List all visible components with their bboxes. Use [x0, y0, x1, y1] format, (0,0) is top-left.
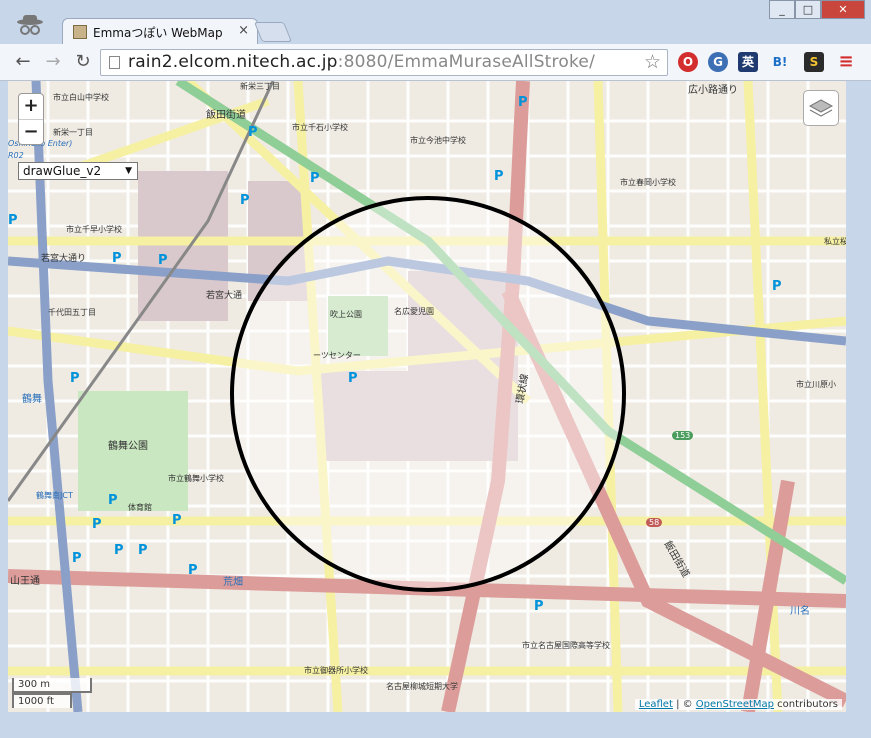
parking-icon: P [92, 517, 102, 532]
bookmark-star-icon[interactable]: ☆ [644, 51, 661, 73]
parking-icon: P [172, 513, 182, 528]
route-shield: 153 [672, 431, 694, 440]
map-label: 山王通 [10, 576, 40, 587]
map-label: 市立鶴舞小学校 [168, 474, 224, 483]
route-shield: 58 [646, 518, 663, 527]
parking-icon: P [72, 551, 82, 566]
map-label: 市立白山中学校 [53, 93, 109, 102]
parking-icon: P [112, 251, 122, 266]
parking-icon: P [310, 171, 320, 186]
scale-metric: 300 m [12, 678, 92, 693]
tab-close-button[interactable]: × [238, 23, 249, 38]
map-label: 市立川原小 [796, 380, 836, 389]
opera-extension-icon[interactable]: O [678, 52, 698, 72]
parking-icon: P [108, 493, 118, 508]
translate-extension-icon[interactable]: G [708, 52, 728, 72]
layers-icon [808, 99, 834, 117]
scale-imperial: 1000 ft [12, 693, 72, 708]
close-window-button[interactable]: ✕ [821, 0, 865, 19]
incognito-icon [17, 15, 43, 35]
reload-button[interactable]: ↻ [72, 51, 94, 73]
hatena-bookmark-icon[interactable]: B! [770, 52, 790, 72]
map-label: 市立名古屋国際高等学校 [522, 641, 610, 650]
map-label: 吹上公園 [330, 310, 362, 319]
menu-icon[interactable]: ≡ [836, 52, 856, 72]
map-label: 名古屋柳城短期大学 [386, 682, 458, 691]
parking-icon: P [772, 279, 782, 294]
osm-link[interactable]: OpenStreetMap [696, 699, 774, 710]
map-label: ーツセンター [313, 351, 361, 360]
scale-bar: 300 m 1000 ft [12, 678, 92, 708]
parking-icon: P [188, 563, 198, 578]
map-label: 体育館 [128, 503, 152, 512]
map-label: 市立御器所小学校 [304, 666, 368, 675]
url-text: rain2.elcom.nitech.ac.jp:8080/EmmaMurase… [128, 52, 595, 72]
browser-window: Emmaつぽい WebMap × _ □ ✕ ← → ↻ rain2.elcom… [0, 0, 871, 738]
window-edge [846, 81, 871, 712]
window-bottom-edge [0, 712, 871, 738]
window-controls: _ □ ✕ [769, 0, 865, 20]
map-label: 川名 [790, 606, 810, 617]
map-label: 飯田街道 [206, 110, 246, 121]
new-tab-button[interactable] [253, 22, 293, 42]
parking-icon: P [494, 169, 504, 184]
map-label: 市立今池中学校 [410, 136, 466, 145]
back-button[interactable]: ← [12, 51, 34, 73]
map-view[interactable]: 市立白山中学校 新栄三丁目 新栄一丁目 飯田街道 市立千石小学校 市立今池中学校… [8, 81, 846, 712]
address-bar[interactable]: rain2.elcom.nitech.ac.jp:8080/EmmaMurase… [100, 49, 668, 76]
eiji-extension-icon[interactable]: 英 [738, 52, 758, 72]
url-path: :8080/EmmaMuraseAllStroke/ [337, 52, 595, 72]
forward-button[interactable]: → [42, 51, 64, 73]
map-label: 鶴舞 [22, 394, 42, 405]
map-label: 名広愛児園 [394, 307, 434, 316]
browser-toolbar: ← → ↻ rain2.elcom.nitech.ac.jp:8080/Emma… [0, 44, 871, 81]
parking-icon: P [8, 213, 18, 228]
tab-active[interactable]: Emmaつぽい WebMap × [62, 18, 258, 44]
parking-icon: P [138, 543, 148, 558]
maximize-button[interactable]: □ [795, 0, 821, 19]
map-label: 鶴舞公園 [108, 441, 148, 452]
map-label: 私立桜 [824, 237, 846, 246]
map-label: R02 [8, 151, 24, 160]
map-label: 新栄三丁目 [240, 82, 280, 91]
url-host: rain2.elcom.nitech.ac.jp [128, 52, 338, 72]
chevron-down-icon: ▼ [125, 166, 132, 176]
draw-mode-select[interactable]: drawGlue_v2 ▼ [18, 162, 138, 180]
zoom-out-button[interactable]: − [19, 120, 43, 145]
map-label: 若宮大通 [206, 291, 243, 301]
parking-icon: P [114, 543, 124, 558]
map-label: 市立千早小学校 [66, 225, 122, 234]
draw-mode-value: drawGlue_v2 [23, 164, 102, 178]
parking-icon: P [70, 371, 80, 386]
zoom-in-button[interactable]: + [19, 94, 43, 120]
parking-icon: P [240, 193, 250, 208]
title-bar: Emmaつぽい WebMap × _ □ ✕ [0, 0, 871, 44]
map-label: 新栄一丁目 [53, 128, 93, 137]
minimize-button[interactable]: _ [769, 0, 795, 19]
tab-favicon-icon [73, 25, 87, 39]
map-label: 市立千石小学校 [292, 123, 348, 132]
parking-icon: P [348, 371, 358, 386]
attribution-contributors: contributors [774, 699, 838, 710]
attribution: Leaflet | © OpenStreetMap contributors [634, 699, 842, 710]
attribution-separator: | © [672, 699, 696, 710]
layers-control-button[interactable] [803, 90, 839, 126]
map-label: 若宮大通り [41, 254, 87, 264]
parking-icon: P [248, 125, 258, 140]
map-label: 市立春岡小学校 [620, 178, 676, 187]
map-label: 広小路通り [688, 85, 738, 96]
map-label: 千代田五丁目 [48, 308, 96, 317]
parking-icon: P [534, 599, 544, 614]
page-icon [109, 56, 120, 69]
map-label: 鶴舞南JCT [36, 491, 73, 500]
parking-icon: P [518, 95, 528, 110]
leaflet-link[interactable]: Leaflet [639, 699, 673, 710]
map-label: 荒畑 [223, 577, 243, 588]
tab-title: Emmaつぽい WebMap [93, 26, 223, 40]
zoom-control: + − [18, 93, 44, 145]
s-extension-icon[interactable]: S [804, 52, 824, 72]
parking-icon: P [158, 253, 168, 268]
